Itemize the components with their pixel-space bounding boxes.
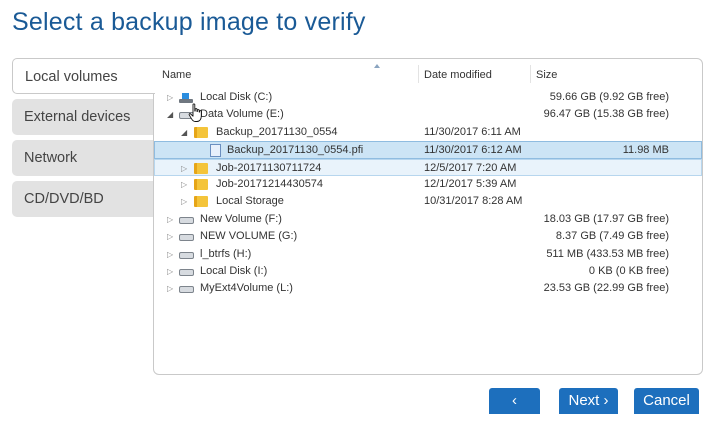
folder-icon (194, 126, 208, 138)
expand-arrow-icon[interactable]: ▷ (167, 246, 173, 263)
vertical-scrollbar[interactable] (688, 85, 702, 374)
system-drive-icon (179, 93, 193, 103)
tree-row-name: Data Volume (E:) (200, 108, 284, 121)
tree-row-name: NEW VOLUME (G:) (200, 230, 298, 243)
column-name[interactable]: Name (162, 69, 191, 81)
tree-row-date: 10/31/2017 8:28 AM (424, 195, 523, 208)
tree-row-new-volume-g[interactable]: ▷ NEW VOLUME (G:) 8.37 GB (7.49 GB free) (154, 228, 702, 245)
page-title: Select a backup image to verify (12, 8, 366, 36)
tree-row-name: Backup_20171130_0554.pfi (227, 144, 364, 157)
tree-row-local-storage[interactable]: ▷ Local Storage 10/31/2017 8:28 AM (154, 193, 702, 210)
tree-row-backup-folder[interactable]: ◢ Backup_20171130_0554 11/30/2017 6:11 A… (154, 124, 702, 141)
tree-row-name: New Volume (F:) (200, 212, 282, 225)
collapse-arrow-icon[interactable]: ◢ (181, 124, 187, 141)
backup-file-icon (210, 144, 221, 158)
expand-arrow-icon[interactable]: ▷ (181, 193, 187, 210)
tree-row-date: 12/1/2017 5:39 AM (424, 177, 517, 190)
cancel-button[interactable]: Cancel (634, 388, 699, 414)
expand-arrow-icon[interactable]: ▷ (167, 263, 173, 280)
file-tree: ▷ Local Disk (C:) 59.66 GB (9.92 GB free… (154, 89, 702, 298)
drive-icon (179, 216, 194, 224)
expand-arrow-icon[interactable]: ▷ (181, 160, 187, 177)
tree-row-size: 0 KB (0 KB free) (588, 264, 669, 277)
tree-row-myext4volume-l[interactable]: ▷ MyExt4Volume (L:) 23.53 GB (22.99 GB f… (154, 280, 702, 297)
tree-row-data-volume-e[interactable]: ◢ Data Volume (E:) 96.47 GB (15.38 GB fr… (154, 106, 702, 123)
tree-row-btrfs-h[interactable]: ▷ l_btrfs (H:) 511 MB (433.53 MB free) (154, 246, 702, 263)
tree-row-size: 11.98 MB (622, 144, 669, 157)
expand-arrow-icon[interactable]: ▷ (167, 280, 173, 297)
tab-external-devices[interactable]: External devices (12, 99, 154, 135)
tree-row-size: 96.47 GB (15.38 GB free) (543, 108, 669, 121)
collapse-arrow-icon[interactable]: ◢ (167, 106, 173, 123)
tree-row-date: 11/30/2017 6:11 AM (424, 125, 521, 138)
expand-arrow-icon[interactable]: ▷ (181, 176, 187, 193)
tree-row-size: 59.66 GB (9.92 GB free) (549, 91, 669, 103)
tab-local-volumes[interactable]: Local volumes (12, 58, 155, 94)
drive-icon (179, 234, 194, 242)
expand-arrow-icon[interactable]: ▷ (167, 89, 173, 106)
back-button[interactable]: ‹ Back (489, 388, 540, 435)
drive-icon (179, 268, 194, 276)
tree-row-name: Local Disk (C:) (200, 91, 273, 103)
tree-row-size: 8.37 GB (7.49 GB free) (555, 230, 669, 243)
folder-icon (194, 196, 208, 208)
file-browser-panel: Name Date modified Size ▷ Local Disk (C:… (153, 58, 703, 375)
tree-row-size: 18.03 GB (17.97 GB free) (543, 212, 669, 225)
column-divider[interactable] (418, 65, 419, 83)
source-tabs: Local volumes External devices Network C… (12, 58, 155, 222)
tree-row-backup-file-selected[interactable]: Backup_20171130_0554.pfi 11/30/2017 6:12… (154, 141, 702, 159)
tab-cd-dvd-bd[interactable]: CD/DVD/BD (12, 181, 154, 217)
column-header: Name Date modified Size (154, 59, 702, 85)
tree-row-date: 11/30/2017 6:12 AM (424, 144, 522, 157)
tree-row-size: 511 MB (433.53 MB free) (546, 247, 669, 260)
next-button[interactable]: Next › (559, 388, 618, 414)
tree-row-size: 23.53 GB (22.99 GB free) (543, 282, 669, 295)
sort-ascending-icon (374, 64, 380, 68)
hand-cursor-icon (188, 103, 202, 122)
tree-row-local-disk-i[interactable]: ▷ Local Disk (I:) 0 KB (0 KB free) (154, 263, 702, 280)
tree-row-name: Job-20171214430574 (216, 177, 324, 190)
expand-arrow-icon[interactable]: ▷ (167, 211, 173, 228)
tree-row-name: l_btrfs (H:) (200, 247, 252, 260)
drive-icon (179, 286, 194, 294)
column-size[interactable]: Size (536, 69, 557, 81)
tree-row-date: 12/5/2017 7:20 AM (424, 161, 517, 174)
tree-row-job-20171130711724[interactable]: ▷ Job-20171130711724 12/5/2017 7:20 AM (154, 158, 702, 177)
column-date-modified[interactable]: Date modified (424, 69, 492, 81)
tree-row-name: Local Disk (I:) (200, 264, 268, 277)
folder-icon (194, 178, 208, 190)
column-divider[interactable] (530, 65, 531, 83)
expand-arrow-icon[interactable]: ▷ (167, 228, 173, 245)
tree-row-name: Backup_20171130_0554 (216, 125, 338, 138)
folder-icon (194, 162, 208, 174)
tree-row-name: Job-20171130711724 (216, 161, 322, 174)
tab-network[interactable]: Network (12, 140, 154, 176)
drive-icon (179, 251, 194, 259)
tree-row-job-20171214430574[interactable]: ▷ Job-20171214430574 12/1/2017 5:39 AM (154, 176, 702, 193)
tree-row-name: Local Storage (216, 195, 284, 208)
tree-row-new-volume-f[interactable]: ▷ New Volume (F:) 18.03 GB (17.97 GB fre… (154, 211, 702, 228)
tree-row-name: MyExt4Volume (L:) (200, 282, 293, 295)
tree-row-local-disk-c[interactable]: ▷ Local Disk (C:) 59.66 GB (9.92 GB free… (154, 89, 702, 106)
